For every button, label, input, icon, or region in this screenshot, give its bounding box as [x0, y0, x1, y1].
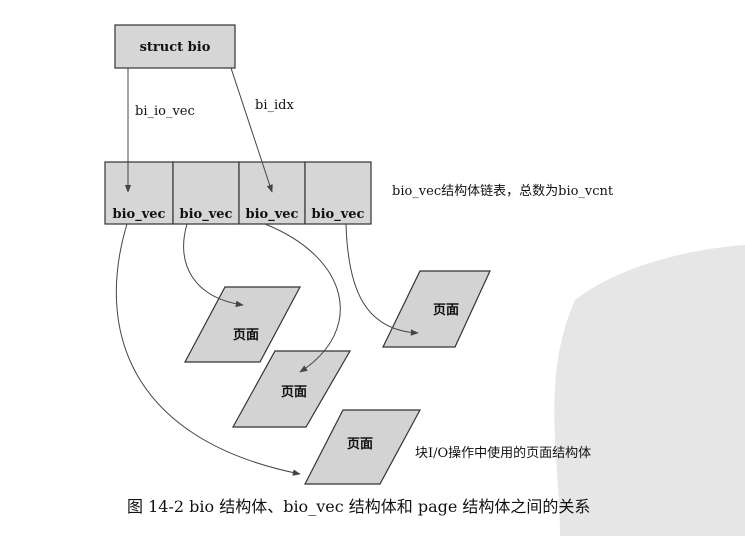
diagram-canvas: struct bio bio_vec bio_vec bio_vec bio_v…: [0, 0, 745, 536]
edge-bi-io-vec-label: bi_io_vec: [135, 104, 195, 119]
bio-vec-label: bio_vec: [246, 207, 299, 222]
figure-caption: 图 14-2 bio 结构体、bio_vec 结构体和 page 结构体之间的关…: [127, 497, 590, 516]
page-label: 页面: [433, 303, 459, 318]
watermark-seal: [554, 245, 745, 536]
bio-vec-array: bio_vec bio_vec bio_vec bio_vec: [104, 161, 372, 225]
struct-bio-node: struct bio: [114, 24, 236, 69]
bio-vec-label: bio_vec: [180, 207, 233, 222]
page-label: 页面: [347, 437, 373, 452]
page-label: 页面: [281, 385, 307, 400]
page-note: 块I/O操作中使用的页面结构体: [415, 445, 591, 461]
bio-vec-label: bio_vec: [312, 207, 365, 222]
bio-structure-diagram: struct bio bio_vec bio_vec bio_vec bio_v…: [104, 24, 745, 536]
page-node-4: 页面: [304, 409, 422, 485]
edge-bi-idx-label: bi_idx: [255, 98, 294, 113]
bio-vec-label: bio_vec: [113, 207, 166, 222]
page-node-2: 页面: [382, 270, 491, 348]
bio-vec-note: bio_vec结构体链表，总数为bio_vcnt: [392, 184, 614, 199]
page-label: 页面: [233, 328, 259, 343]
struct-bio-label: struct bio: [140, 40, 211, 55]
